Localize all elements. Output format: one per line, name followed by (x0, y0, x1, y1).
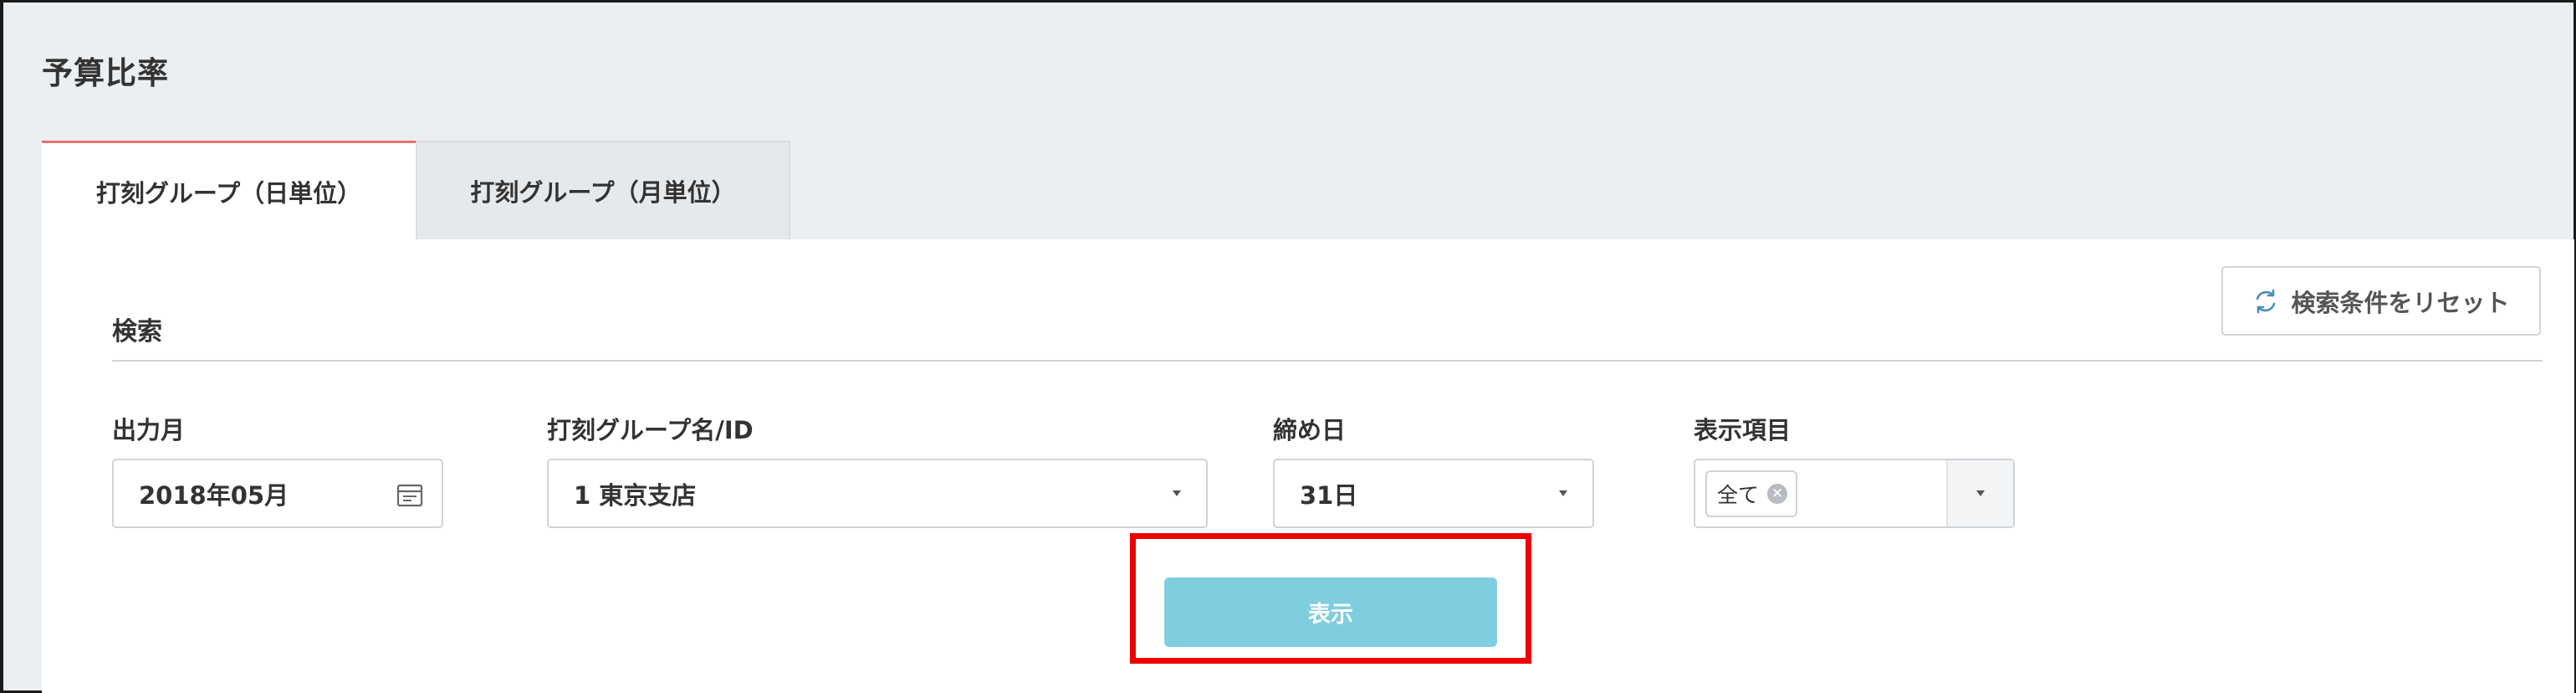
app-window: 予算比率 打刻グループ（日単位） 打刻グループ（月単位） 検索 検索条件をリセッ… (0, 0, 2576, 693)
closing-day-select[interactable]: 31日 (1273, 459, 1594, 528)
group-value: 1 東京支店 (574, 480, 697, 510)
closing-day-value: 31日 (1300, 480, 1358, 510)
display-items-toggle[interactable] (1946, 460, 2013, 526)
group-label: 打刻グループ名/ID (547, 416, 754, 444)
month-input[interactable]: 2018年05月 (112, 459, 443, 528)
chevron-down-icon (1976, 490, 1985, 496)
group-select[interactable]: 1 東京支店 (547, 459, 1208, 528)
display-items-label: 表示項目 (1694, 416, 1791, 444)
tab-monthly[interactable]: 打刻グループ（月単位） (416, 141, 790, 239)
search-divider (112, 360, 2543, 362)
calendar-icon[interactable] (396, 482, 423, 507)
month-value: 2018年05月 (139, 480, 289, 510)
display-items-select[interactable]: 全て ✕ (1694, 459, 2015, 528)
search-heading: 検索 (112, 317, 162, 346)
reset-button-label: 検索条件をリセット (2291, 288, 2510, 317)
display-tag: 全て ✕ (1705, 470, 1798, 517)
chevron-down-icon (1559, 490, 1567, 496)
clear-icon[interactable]: ✕ (1767, 483, 1788, 504)
tab-daily[interactable]: 打刻グループ（日単位） (42, 141, 416, 239)
reset-button[interactable]: 検索条件をリセット (2221, 266, 2541, 336)
closing-day-label: 締め日 (1273, 416, 1347, 444)
month-label: 出力月 (112, 416, 186, 444)
page-title: 予算比率 (42, 55, 169, 91)
chevron-down-icon (1173, 490, 1181, 496)
highlight-box (1130, 533, 1531, 664)
display-tag-label: 全て (1717, 482, 1760, 507)
refresh-icon (2257, 289, 2276, 313)
